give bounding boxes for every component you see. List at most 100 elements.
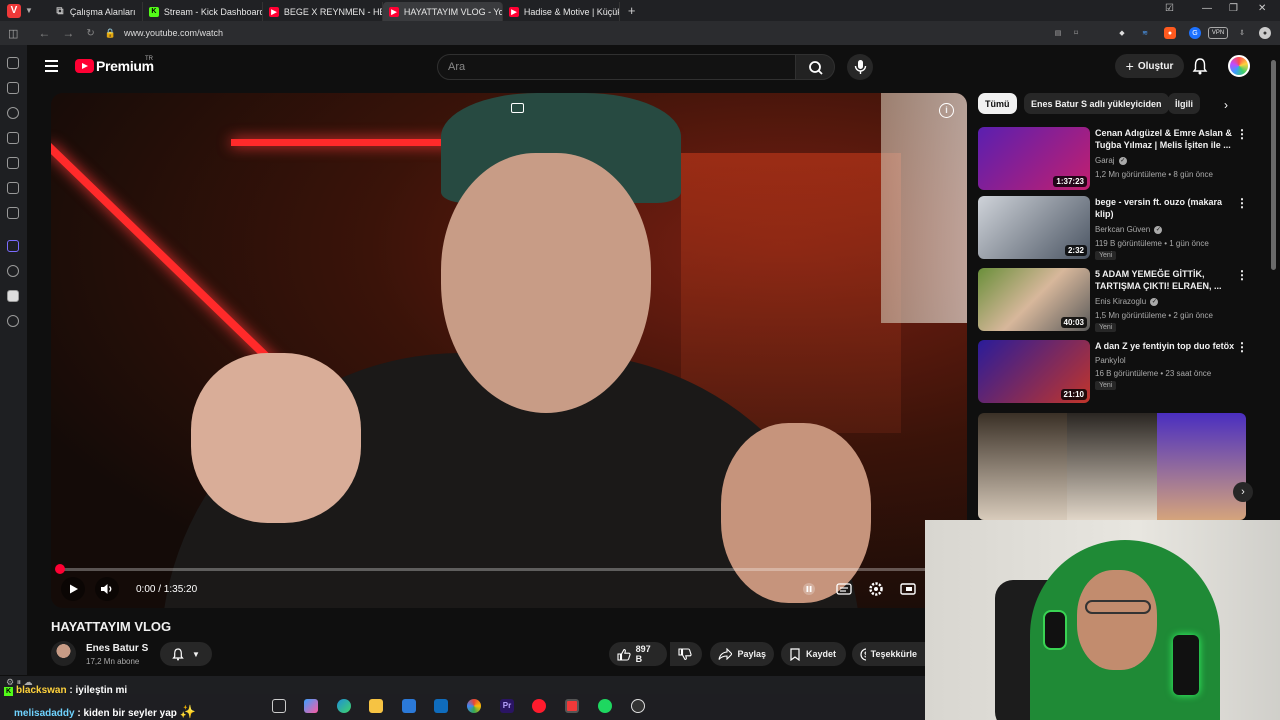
like-button[interactable]: 897 B: [609, 642, 667, 666]
channel-name[interactable]: Berkcan Güven ✓: [1095, 225, 1163, 234]
progress-bar[interactable]: [59, 568, 959, 571]
downloads-icon[interactable]: ⇩: [1236, 27, 1248, 39]
tab-hadise-video[interactable]: ▶ Hadise & Motive | Küçük E: [503, 2, 620, 21]
web-panel-icon[interactable]: [7, 265, 19, 277]
panel-toggle-icon[interactable]: ◫: [8, 27, 18, 40]
video-thumbnail[interactable]: 1:37:23: [978, 127, 1090, 190]
more-options-icon[interactable]: ⋮: [1236, 268, 1248, 282]
channel-name[interactable]: Enis Kirazoglu ✓: [1095, 297, 1159, 306]
mastodon-panel-icon[interactable]: [7, 240, 19, 252]
notifications-bell-icon[interactable]: [1192, 57, 1208, 75]
mute-button[interactable]: [95, 577, 119, 601]
settings-button[interactable]: [868, 581, 884, 597]
video-title[interactable]: Cenan Adıgüzel & Emre Aslan & Tuğba Yılm…: [1095, 127, 1235, 151]
recommended-video[interactable]: 2:32 bege - versin ft. ouzo (makara klip…: [978, 196, 1268, 260]
downloads-panel-icon[interactable]: [7, 82, 19, 94]
vivaldi-icon[interactable]: [565, 699, 579, 713]
video-title[interactable]: 5 ADAM YEMEĞE GİTTİK, TARTIŞMA ÇIKTI! EL…: [1095, 268, 1235, 292]
url-field[interactable]: www.youtube.com/watch: [124, 28, 223, 38]
channel-name[interactable]: Pankyİol: [1095, 356, 1126, 365]
autoplay-toggle[interactable]: [801, 581, 817, 597]
shorts-shelf[interactable]: [978, 413, 1246, 520]
brave-extension-icon[interactable]: ●: [1164, 27, 1176, 39]
video-title[interactable]: A dan Z ye fentiyin top duo fetöx: [1095, 340, 1235, 352]
premiere-icon[interactable]: Pr: [500, 699, 514, 713]
chevron-down-icon[interactable]: ▼: [25, 6, 33, 15]
vpn-button[interactable]: VPN: [1208, 27, 1228, 39]
reader-icon[interactable]: ▤: [1052, 27, 1064, 39]
search-button[interactable]: [795, 54, 835, 80]
chevron-right-icon[interactable]: ›: [1224, 98, 1228, 112]
video-thumbnail[interactable]: 2:32: [978, 196, 1090, 259]
profile-icon[interactable]: ●: [1259, 27, 1271, 39]
reload-icon[interactable]: ↻: [86, 28, 94, 39]
miniplayer-icon[interactable]: [511, 103, 524, 113]
create-button[interactable]: + Oluştur: [1115, 54, 1184, 78]
add-panel-icon[interactable]: [7, 315, 19, 327]
captions-button[interactable]: [836, 581, 852, 597]
notes-panel-icon[interactable]: [7, 132, 19, 144]
recommended-video[interactable]: 21:10 A dan Z ye fentiyin top duo fetöx …: [978, 340, 1268, 404]
bookmarks-panel-icon[interactable]: [7, 57, 19, 69]
tab-workspaces[interactable]: ⧉ Çalışma Alanları ▼: [49, 2, 143, 21]
youtube-logo-icon[interactable]: [75, 59, 94, 73]
extension-icon[interactable]: ◆: [1116, 27, 1128, 39]
tab-bege-video[interactable]: ▶ BEGE X REYNMEN - HER G: [263, 2, 383, 21]
menu-icon[interactable]: [45, 60, 58, 75]
account-avatar[interactable]: [1228, 55, 1250, 77]
bookmark-icon[interactable]: ⌑: [1070, 27, 1082, 39]
task-view-icon[interactable]: [272, 699, 286, 713]
store-icon[interactable]: [402, 699, 416, 713]
wifi-extension-icon[interactable]: ≋: [1139, 27, 1151, 39]
info-icon[interactable]: i: [939, 103, 954, 118]
forward-icon[interactable]: →: [62, 26, 74, 40]
subscription-bell-button[interactable]: ▼: [160, 642, 212, 666]
restore-icon[interactable]: ❐: [1229, 3, 1238, 14]
play-button[interactable]: [61, 577, 85, 601]
opera-icon[interactable]: [532, 699, 546, 713]
video-player[interactable]: i 0:00 / 1:35:20: [51, 93, 967, 608]
save-button[interactable]: Kaydet: [781, 642, 846, 666]
chrome-icon[interactable]: [467, 699, 481, 713]
recommended-video[interactable]: 40:03 5 ADAM YEMEĞE GİTTİK, TARTIŞMA ÇIK…: [978, 268, 1268, 332]
outlook-icon[interactable]: [434, 699, 448, 713]
share-button[interactable]: Paylaş: [710, 642, 774, 666]
channel-avatar[interactable]: [51, 641, 76, 666]
tab-current-video[interactable]: ▶ HAYATTAYIM VLOG - YouTu: [382, 2, 503, 21]
chip-from-uploader[interactable]: Enes Batur S adlı yükleyiciden: [1024, 93, 1169, 114]
file-explorer-icon[interactable]: [369, 699, 383, 713]
dislike-button[interactable]: [670, 642, 702, 666]
page-scrollbar[interactable]: [1271, 60, 1276, 270]
chip-related[interactable]: İlgili: [1168, 93, 1200, 114]
new-tab-button[interactable]: +: [628, 3, 636, 18]
back-icon[interactable]: ←: [38, 26, 50, 40]
search-input[interactable]: [448, 61, 768, 73]
vivaldi-menu-icon[interactable]: V: [7, 3, 21, 18]
chevron-right-icon[interactable]: ›: [1233, 482, 1253, 502]
translate-panel-icon[interactable]: [7, 157, 19, 169]
short-thumbnail[interactable]: [978, 413, 1068, 520]
copilot-icon[interactable]: [304, 699, 318, 713]
reading-list-icon[interactable]: [7, 207, 19, 219]
video-title[interactable]: bege - versin ft. ouzo (makara klip): [1095, 196, 1235, 220]
tab-overview-icon[interactable]: ☑: [1165, 3, 1174, 14]
short-thumbnail[interactable]: [1067, 413, 1157, 520]
more-options-icon[interactable]: ⋮: [1236, 127, 1248, 141]
more-options-icon[interactable]: ⋮: [1236, 196, 1248, 210]
chip-all[interactable]: Tümü: [978, 93, 1017, 114]
lock-icon[interactable]: 🔒: [105, 28, 116, 39]
channel-name[interactable]: Garaj ✓: [1095, 156, 1127, 165]
theater-mode-button[interactable]: [900, 581, 916, 597]
progress-scrubber[interactable]: [55, 564, 65, 574]
video-thumbnail[interactable]: 21:10: [978, 340, 1090, 403]
voice-search-button[interactable]: [847, 54, 873, 80]
video-thumbnail[interactable]: 40:03: [978, 268, 1090, 331]
history-panel-icon[interactable]: [7, 107, 19, 119]
mail-panel-icon[interactable]: [7, 182, 19, 194]
thanks-button[interactable]: $ Teşekkürle: [852, 642, 925, 666]
wikipedia-panel-icon[interactable]: [7, 290, 19, 302]
channel-name[interactable]: Enes Batur S: [86, 643, 148, 654]
more-options-icon[interactable]: ⋮: [1236, 340, 1248, 354]
short-thumbnail[interactable]: [1156, 413, 1246, 520]
close-icon[interactable]: ✕: [1258, 3, 1266, 14]
